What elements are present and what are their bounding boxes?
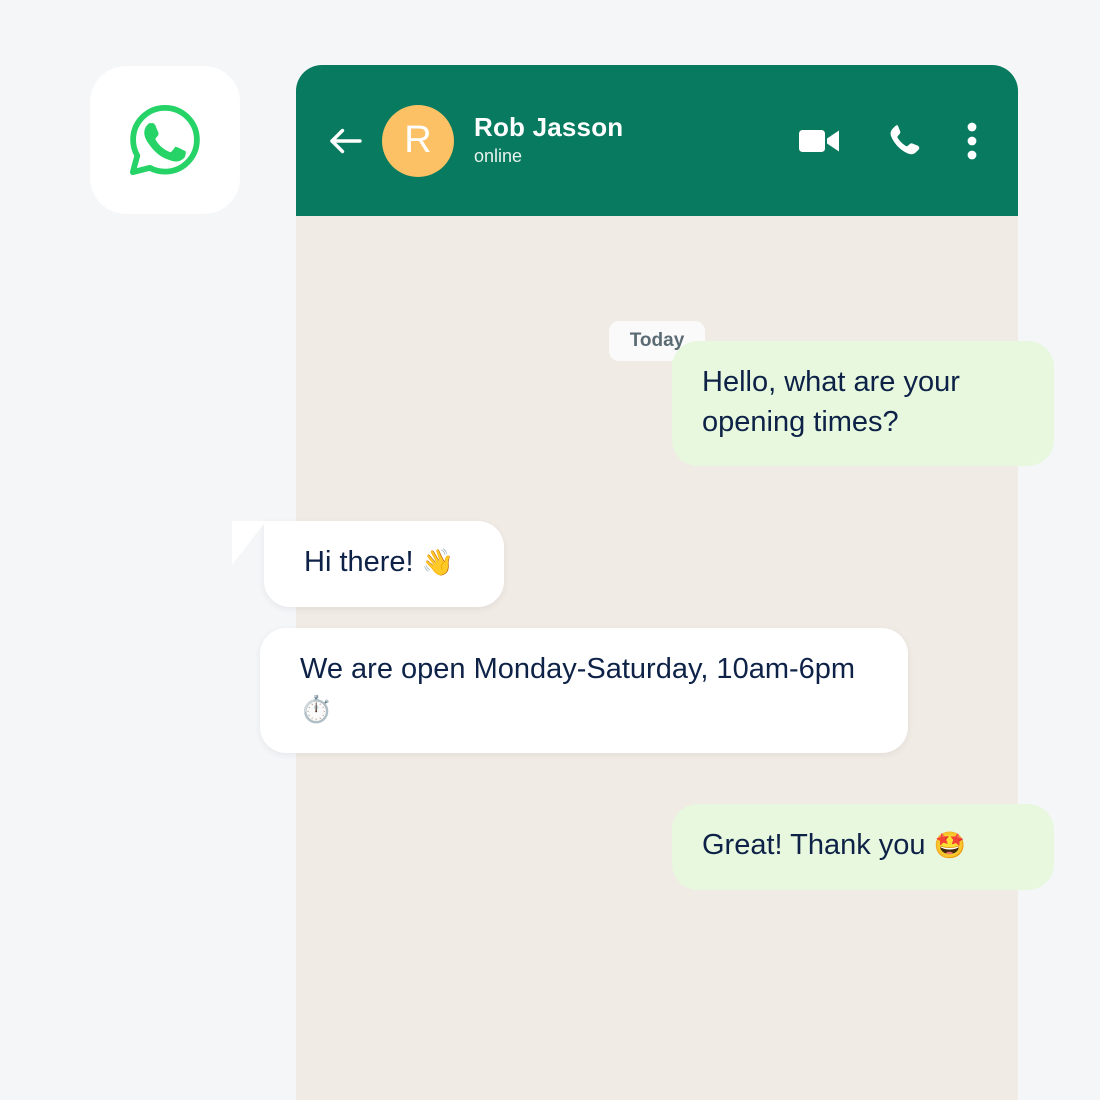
contact-status: online	[474, 145, 523, 166]
contact-name: Rob Jasson	[474, 111, 624, 142]
whatsapp-logo-card	[90, 66, 240, 214]
waving-hand-emoji: 👋	[421, 548, 455, 578]
voice-call-icon[interactable]	[886, 123, 922, 159]
message-bubble-outgoing[interactable]: Hello, what are your opening times?	[672, 341, 1054, 467]
stopwatch-emoji: ⏱️	[300, 694, 333, 725]
overflow-menu-icon[interactable]	[966, 122, 978, 160]
avatar[interactable]: R	[382, 104, 454, 177]
message-text: Hello, what are your opening times?	[702, 366, 960, 438]
back-arrow-icon[interactable]	[324, 119, 368, 163]
header-actions	[798, 122, 978, 160]
star-struck-emoji: 🤩	[933, 831, 966, 861]
whatsapp-chat-mockup: R Rob Jasson online Today Hello, what ar…	[0, 0, 1100, 1100]
message-bubble-incoming[interactable]: We are open Monday-Saturday, 10am-6pm ⏱️	[260, 628, 908, 754]
bubble-tail	[232, 521, 266, 565]
message-bubble-outgoing[interactable]: Great! Thank you 🤩	[672, 804, 1054, 890]
message-text: Great! Thank you	[702, 829, 934, 861]
chat-header: R Rob Jasson online	[296, 65, 1018, 216]
message-text: Hi there!	[304, 546, 422, 578]
video-call-icon[interactable]	[798, 125, 842, 157]
contact-info[interactable]: Rob Jasson online	[474, 111, 798, 168]
avatar-initial: R	[404, 119, 432, 161]
message-text: We are open Monday-Saturday, 10am-6pm	[300, 653, 856, 685]
message-bubble-incoming[interactable]: Hi there! 👋	[232, 521, 504, 607]
whatsapp-logo-icon	[123, 98, 207, 182]
